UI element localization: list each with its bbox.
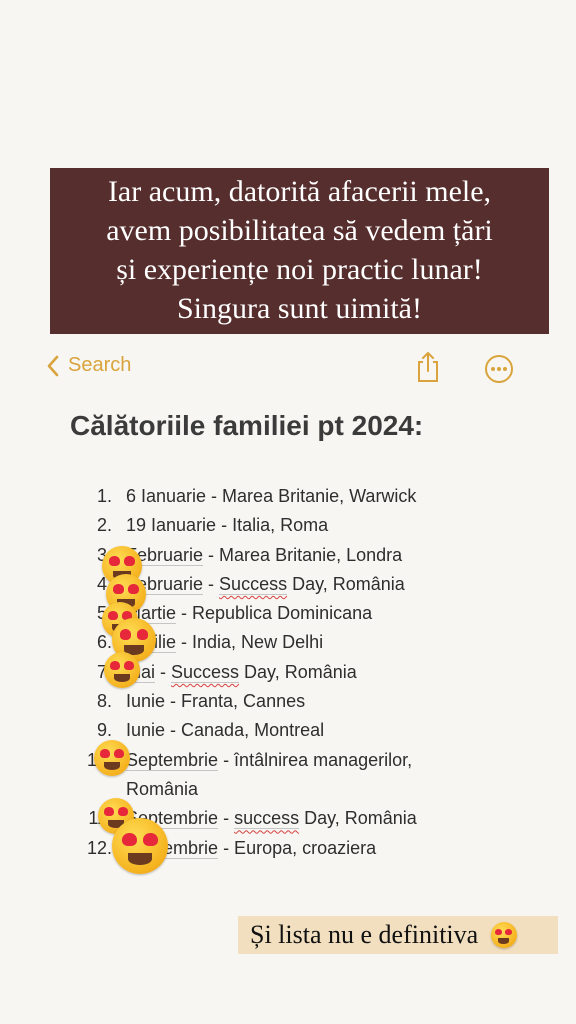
item-number: 1.: [96, 486, 112, 506]
item-month: Septembrie: [126, 749, 219, 771]
item-text: 19 Ianuarie - Italia, Roma: [126, 515, 329, 536]
item-text: - Republica Dominicana: [176, 603, 373, 624]
list-item: 9. Iunie - Canada, Montreal: [72, 716, 542, 745]
item-text: 6 Ianuarie - Marea Britanie, Warwick: [126, 486, 417, 506]
heart-eyes-emoji-icon: [112, 818, 168, 874]
back-label: Search: [68, 354, 132, 376]
list-item-continuation: România: [126, 778, 199, 799]
item-text: Day, România: [239, 661, 357, 682]
notes-navbar: Search: [0, 350, 576, 390]
list-item: 10.Septembrie - întâlnirea managerilor,: [72, 746, 542, 775]
footer-text: Și lista nu e definitiva: [250, 920, 479, 949]
item-number: 12.: [86, 837, 112, 858]
item-text: - Europa, croaziera: [218, 837, 377, 858]
caption-banner: Iar acum, datorită afacerii mele, avem p…: [50, 168, 549, 334]
caption-line: și experiențe noi practic lunar!: [116, 253, 483, 286]
item-text: - Marea Britanie, Londra: [203, 544, 403, 565]
list-item: 3.Februarie - Marea Britanie, Londra: [72, 541, 542, 570]
list-item: 1. 6 Ianuarie - Marea Britanie, Warwick: [72, 482, 542, 511]
heart-eyes-emoji-icon: [490, 922, 517, 948]
item-text: -: [218, 808, 235, 829]
item-number: 2.: [96, 515, 112, 536]
item-text: - întâlnirea managerilor,: [218, 749, 413, 770]
list-item: 7.mai - Success Day, România: [72, 658, 542, 687]
caption-line: Iar acum, datorită afacerii mele,: [107, 175, 492, 208]
list-item: 8. Iunie - Franta, Cannes: [72, 687, 542, 716]
item-text: Day, România: [287, 573, 405, 594]
item-text: Iunie - Franta, Cannes: [126, 691, 306, 712]
more-icon: [485, 355, 513, 383]
item-number: 6.: [96, 632, 112, 653]
caption-line: Singura sunt uimită!: [177, 292, 422, 325]
item-text: -: [203, 573, 220, 594]
share-button[interactable]: [414, 350, 442, 389]
list-item: 2. 19 Ianuarie - Italia, Roma: [72, 511, 542, 540]
trip-list: 1. 6 Ianuarie - Marea Britanie, Warwick 2.…: [72, 482, 542, 874]
back-button[interactable]: Search: [46, 354, 131, 377]
item-text: Day, România: [299, 808, 417, 829]
item-text: - India, New Delhi: [176, 632, 324, 653]
item-text: success: [234, 808, 300, 830]
heart-eyes-emoji-icon: [94, 740, 130, 776]
item-text: Iunie - Canada, Montreal: [126, 720, 325, 741]
item-text: Success: [219, 573, 288, 595]
caption-line: avem posibilitatea să vedem țări: [106, 214, 493, 247]
chevron-left-icon: [47, 355, 59, 376]
item-text: Success: [171, 661, 240, 683]
note-title: Călătoriile familiei pt 2024:: [70, 410, 424, 441]
more-button[interactable]: [484, 354, 514, 389]
item-number: 8.: [96, 691, 112, 712]
item-text: -: [155, 661, 172, 682]
share-icon: [418, 352, 438, 382]
footer-caption: Și lista nu e definitiva: [238, 916, 558, 954]
heart-eyes-emoji-icon: [104, 652, 140, 688]
